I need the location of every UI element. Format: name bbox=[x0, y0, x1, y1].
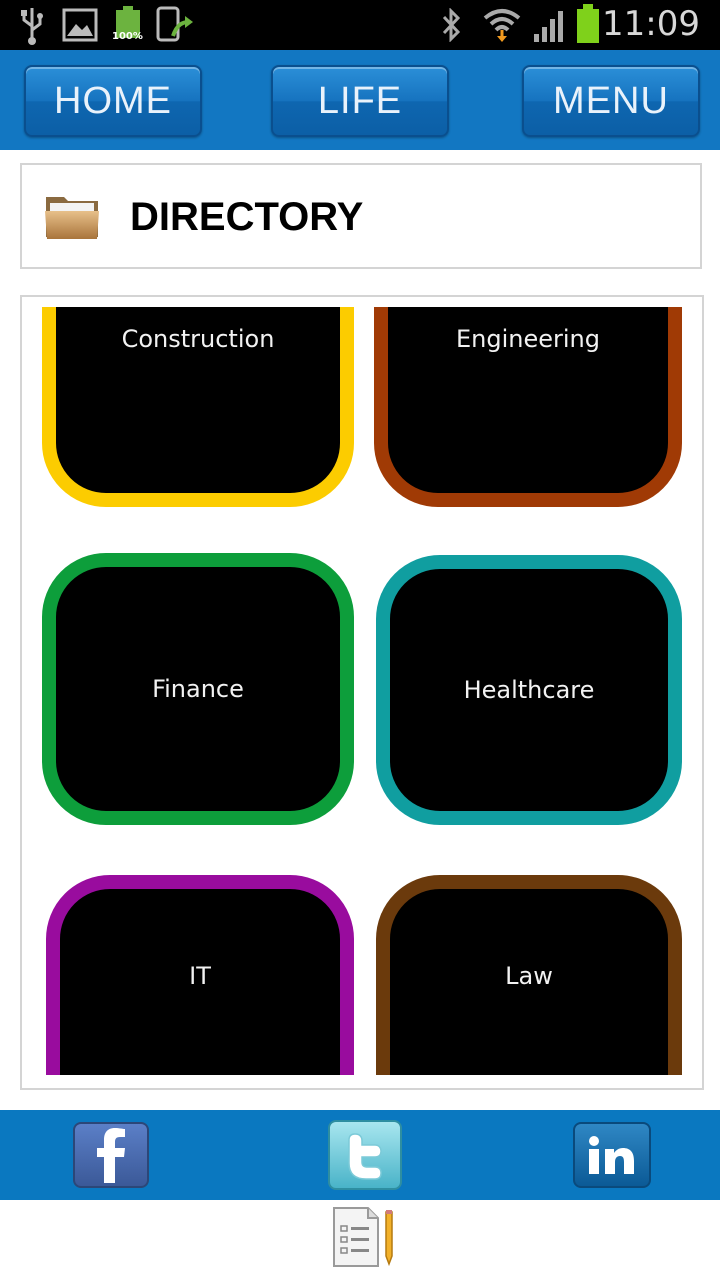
folder-icon bbox=[45, 197, 99, 239]
category-tile-healthcare[interactable]: Healthcare bbox=[376, 555, 682, 825]
category-label: Finance bbox=[152, 675, 244, 703]
category-tile-law[interactable]: Law bbox=[376, 875, 682, 1075]
gallery-icon bbox=[62, 8, 98, 42]
category-tile-it[interactable]: IT bbox=[46, 875, 354, 1075]
category-grid-viewport: Construction Engineering Finance Healthc… bbox=[42, 307, 682, 1075]
twitter-button[interactable] bbox=[328, 1120, 402, 1190]
clock: 11:09 bbox=[602, 4, 700, 44]
category-label: Law bbox=[505, 962, 553, 990]
category-label: IT bbox=[189, 962, 211, 990]
category-tile-engineering[interactable]: Engineering bbox=[374, 307, 682, 507]
battery-percent-label: 100% bbox=[112, 31, 143, 42]
usb-icon bbox=[21, 8, 43, 45]
category-tile-finance[interactable]: Finance bbox=[42, 553, 354, 825]
category-label: Engineering bbox=[456, 325, 600, 353]
linkedin-icon bbox=[589, 1136, 634, 1174]
category-tile-construction[interactable]: Construction bbox=[42, 307, 354, 507]
facebook-icon bbox=[97, 1128, 125, 1183]
menu-button[interactable]: MENU bbox=[522, 65, 700, 137]
category-grid: Construction Engineering Finance Healthc… bbox=[20, 295, 704, 1090]
home-button[interactable]: HOME bbox=[24, 65, 202, 137]
page-title: DIRECTORY bbox=[130, 195, 364, 239]
notes-icon[interactable] bbox=[330, 1206, 396, 1270]
life-button[interactable]: LIFE bbox=[271, 65, 449, 137]
linkedin-button[interactable] bbox=[573, 1122, 651, 1188]
category-label: Construction bbox=[121, 325, 275, 353]
category-label: Healthcare bbox=[463, 676, 595, 704]
directory-header: DIRECTORY bbox=[20, 163, 702, 269]
twitter-icon bbox=[348, 1133, 382, 1180]
signal-icon bbox=[534, 11, 563, 42]
facebook-button[interactable] bbox=[73, 1122, 149, 1188]
bluetooth-icon bbox=[442, 8, 461, 42]
top-nav: HOME LIFE MENU bbox=[0, 50, 720, 150]
battery-icon bbox=[577, 4, 599, 43]
sync-icon bbox=[156, 6, 193, 42]
wifi-icon bbox=[483, 9, 521, 42]
status-bar: 100% 11:09 bbox=[0, 0, 720, 50]
social-bar bbox=[0, 1110, 720, 1200]
